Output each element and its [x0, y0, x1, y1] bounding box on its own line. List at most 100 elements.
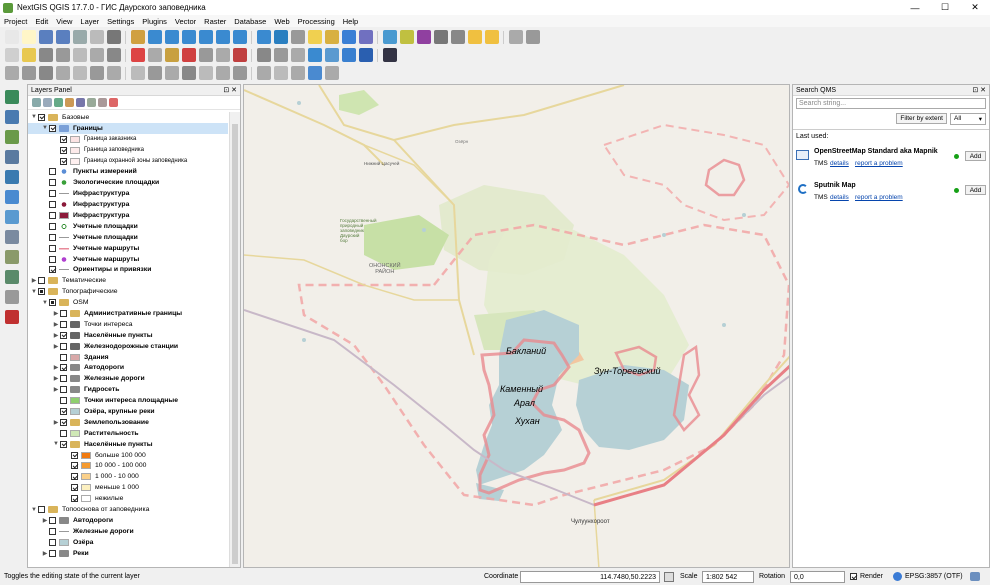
pan-icon[interactable] [130, 30, 145, 44]
x-tool-icon[interactable] [382, 48, 397, 62]
tips-icon[interactable] [433, 30, 448, 44]
messages-icon[interactable] [970, 572, 980, 581]
layer-visibility-checkbox[interactable] [60, 309, 67, 317]
zoom-full-icon[interactable] [198, 30, 213, 44]
undo-icon[interactable] [181, 48, 196, 62]
menu-view[interactable]: View [52, 17, 76, 26]
expand-arrow-icon[interactable]: ▶ [52, 375, 60, 382]
rotate-point-icon[interactable] [256, 66, 271, 80]
split-parts-icon[interactable] [198, 66, 213, 80]
layer-tree-item[interactable]: ▶ Реки [28, 548, 228, 559]
refresh-icon[interactable] [273, 30, 288, 44]
layer-tree-item[interactable]: Инфраструктура [28, 199, 228, 210]
map-canvas[interactable]: Бакланий Зун-Тореевский Каменный Арал Ху… [243, 84, 790, 568]
decoration-icon[interactable] [525, 30, 540, 44]
layer-tree-item[interactable]: ▼ OSM [28, 297, 228, 308]
move-label-icon[interactable] [273, 48, 288, 62]
fill-ring-icon[interactable] [89, 66, 104, 80]
current-edits-icon[interactable] [4, 48, 19, 62]
expand-arrow-icon[interactable]: ▼ [30, 114, 38, 120]
new-spatialite-layer-icon[interactable] [5, 270, 19, 284]
manage-visibility-icon[interactable] [54, 98, 63, 107]
layer-tree-item[interactable]: ▶ Административные границы [28, 308, 228, 319]
layer-visibility-checkbox[interactable] [49, 222, 56, 230]
add-wcs-icon[interactable] [5, 230, 19, 244]
delete-part-icon[interactable] [130, 66, 145, 80]
rotate-icon[interactable] [21, 66, 36, 80]
crs-button[interactable]: EPSG:3857 (OTF) [905, 573, 963, 580]
menu-web[interactable]: Web [270, 17, 293, 26]
crs-globe-icon[interactable] [893, 572, 902, 581]
menu-help[interactable]: Help [339, 17, 362, 26]
layer-visibility-checkbox[interactable] [60, 331, 67, 339]
layer-visibility-checkbox[interactable] [49, 211, 56, 219]
add-group-icon[interactable] [43, 98, 52, 107]
layer-visibility-checkbox[interactable] [49, 538, 56, 546]
layer-visibility-checkbox[interactable] [38, 288, 45, 296]
expand-arrow-icon[interactable]: ▶ [52, 332, 60, 339]
layer-tree-item[interactable]: ▼ Топографические [28, 286, 228, 297]
circular-string-icon[interactable] [324, 66, 339, 80]
layer-visibility-checkbox[interactable] [60, 375, 67, 383]
layer-visibility-checkbox[interactable] [49, 255, 56, 263]
new-shapefile-icon[interactable] [5, 250, 19, 264]
details-link[interactable]: details [830, 194, 849, 201]
layer-visibility-checkbox[interactable] [49, 233, 56, 241]
layer-visibility-checkbox[interactable] [49, 124, 56, 132]
text-icon[interactable] [450, 30, 465, 44]
expand-arrow-icon[interactable]: ▼ [30, 289, 38, 295]
toggle-editing-icon[interactable] [21, 48, 36, 62]
collapse-all-icon[interactable] [98, 98, 107, 107]
layer-tree-item[interactable]: ▶ Землепользование [28, 417, 228, 428]
menu-vector[interactable]: Vector [171, 17, 200, 26]
digitize-icon[interactable] [4, 66, 19, 80]
add-feature-icon[interactable] [55, 48, 70, 62]
redo-icon[interactable] [198, 48, 213, 62]
layer-tree-item[interactable]: Озёра, крупные реки [28, 406, 228, 417]
layer-visibility-checkbox[interactable] [60, 353, 67, 361]
layer-tree-item[interactable]: 1 000 - 10 000 [28, 471, 228, 482]
add-wfs-icon[interactable] [5, 210, 19, 224]
add-delimited-text-icon[interactable] [5, 130, 19, 144]
layer-tree-item[interactable]: Растительность [28, 428, 228, 439]
layer-visibility-checkbox[interactable] [60, 440, 67, 448]
filter-expression-icon[interactable] [76, 98, 85, 107]
filter-select[interactable]: All ▾ [950, 113, 986, 125]
offset-curve-icon[interactable] [164, 66, 179, 80]
menu-layer[interactable]: Layer [76, 17, 103, 26]
layer-visibility-checkbox[interactable] [49, 549, 56, 557]
coordinate-field[interactable]: 114.7480,50.2223 [520, 570, 660, 583]
filter-legend-icon[interactable] [65, 98, 74, 107]
merge-attrs-icon[interactable] [232, 66, 247, 80]
paste-icon[interactable] [164, 48, 179, 62]
zoom-out-icon[interactable] [181, 30, 196, 44]
layer-tree-item[interactable]: ▶ Тематические [28, 275, 228, 286]
layer-visibility-checkbox[interactable] [38, 113, 45, 121]
merge-features-icon[interactable] [215, 66, 230, 80]
annotation-icon[interactable] [416, 30, 431, 44]
rotate-label-icon[interactable] [290, 48, 305, 62]
deselect-icon[interactable] [324, 30, 339, 44]
layout-manager-icon[interactable] [89, 30, 104, 44]
identify-icon[interactable] [290, 30, 305, 44]
layer-tree-item[interactable]: Граница заповедника [28, 145, 228, 156]
menu-edit[interactable]: Edit [31, 17, 52, 26]
layer-visibility-checkbox[interactable] [60, 135, 67, 143]
delete-selected-icon[interactable] [106, 48, 121, 62]
layer-visibility-checkbox[interactable] [60, 320, 67, 328]
expand-arrow-icon[interactable]: ▶ [52, 419, 60, 426]
close-button[interactable]: ✕ [960, 0, 990, 15]
layer-tree-item[interactable]: Пункты измерений [28, 166, 228, 177]
layer-tree-item[interactable]: Железные дороги [28, 526, 228, 537]
layer-tree-item[interactable]: Точки интереса площадные [28, 395, 228, 406]
zoom-in-icon[interactable] [164, 30, 179, 44]
filter-by-extent-button[interactable]: Filter by extent [896, 113, 947, 124]
extents-toggle-icon[interactable] [664, 571, 674, 582]
zoom-selection-icon[interactable] [232, 30, 247, 44]
expand-all-icon[interactable] [87, 98, 96, 107]
move-feature-icon[interactable] [72, 48, 87, 62]
menu-plugins[interactable]: Plugins [138, 17, 171, 26]
layer-visibility-checkbox[interactable] [60, 146, 67, 154]
delete-ring-icon[interactable] [106, 66, 121, 80]
simplify-icon[interactable] [38, 66, 53, 80]
